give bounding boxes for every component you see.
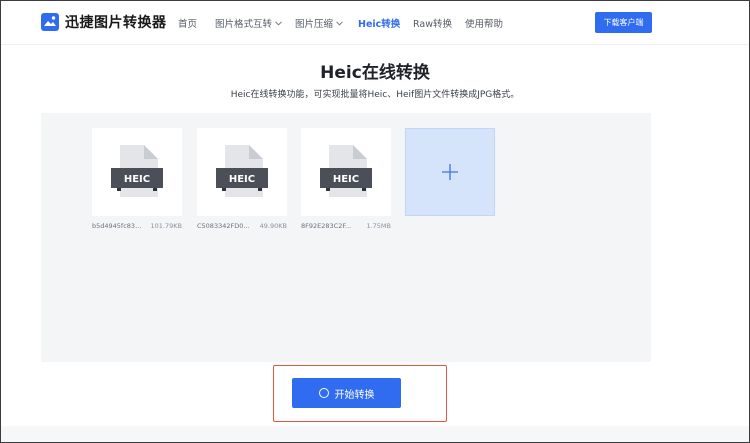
file-type-badge: HEIC: [333, 174, 359, 185]
nav-item-label: 图片压缩: [295, 19, 334, 30]
start-convert-label: 开始转换: [334, 389, 375, 401]
file-name: C5083342FD0...: [197, 222, 250, 230]
nav-item-heic[interactable]: Heic转换: [358, 16, 400, 30]
file-thumbnail: HEIC: [301, 128, 391, 216]
plus-icon: [442, 164, 458, 180]
heic-file-icon: HEIC: [111, 145, 163, 197]
nav-item-raw[interactable]: Raw转换: [413, 16, 452, 30]
nav-item-label: 图片格式互转: [215, 19, 273, 30]
file-type-badge: HEIC: [124, 174, 150, 185]
nav-item-format-convert[interactable]: 图片格式互转: [215, 16, 282, 30]
top-header: 迅捷图片转换器 首页 图片格式互转 图片压缩 Heic转换 Raw转换 使用帮助…: [1, 1, 749, 45]
file-thumbnail: HEIC: [92, 128, 182, 216]
upload-workspace[interactable]: HEIC b5d4945fc83... 101.79KB HEIC C50833…: [41, 113, 651, 362]
file-thumbnail: HEIC: [197, 128, 287, 216]
file-name: b5d4945fc83...: [92, 222, 142, 230]
logo-text: 迅捷图片转换器: [65, 15, 167, 31]
nav-item-home[interactable]: 首页: [178, 16, 197, 30]
heic-file-icon: HEIC: [216, 145, 268, 197]
file-size: 1.75MB: [366, 222, 391, 230]
chevron-down-icon: [275, 21, 282, 26]
nav-item-label: 使用帮助: [465, 19, 504, 30]
nav-item-label: Raw转换: [413, 19, 452, 30]
add-file-button[interactable]: [405, 128, 495, 216]
file-name: 8F92E283C2F...: [301, 222, 352, 230]
loading-ring-icon: [318, 388, 329, 398]
heic-file-icon: HEIC: [320, 145, 372, 197]
download-client-button[interactable]: 下载客户端: [595, 12, 652, 33]
nav-item-label: Heic转换: [358, 19, 401, 30]
app-logo[interactable]: 迅捷图片转换器: [41, 12, 167, 32]
logo-icon: [41, 13, 59, 31]
file-card[interactable]: HEIC b5d4945fc83... 101.79KB: [92, 128, 182, 230]
file-size: 101.79KB: [150, 222, 182, 230]
start-convert-button[interactable]: 开始转换: [292, 378, 401, 408]
page-subtitle: Heic在线转换功能，可实现批量将Heic、Heif图片文件转换成JPG格式。: [230, 90, 520, 100]
file-type-badge: HEIC: [229, 174, 255, 185]
nav-item-help[interactable]: 使用帮助: [465, 16, 503, 30]
chevron-down-icon: [336, 21, 343, 26]
page-title: Heic在线转换: [320, 63, 430, 83]
file-card[interactable]: HEIC C5083342FD0... 49.90KB: [197, 128, 287, 230]
nav-item-label: 首页: [178, 19, 198, 30]
footer-strip: [1, 426, 749, 442]
file-card[interactable]: HEIC 8F92E283C2F... 1.75MB: [301, 128, 391, 230]
file-size: 49.90KB: [259, 222, 287, 230]
nav-item-compress[interactable]: 图片压缩: [295, 16, 343, 30]
